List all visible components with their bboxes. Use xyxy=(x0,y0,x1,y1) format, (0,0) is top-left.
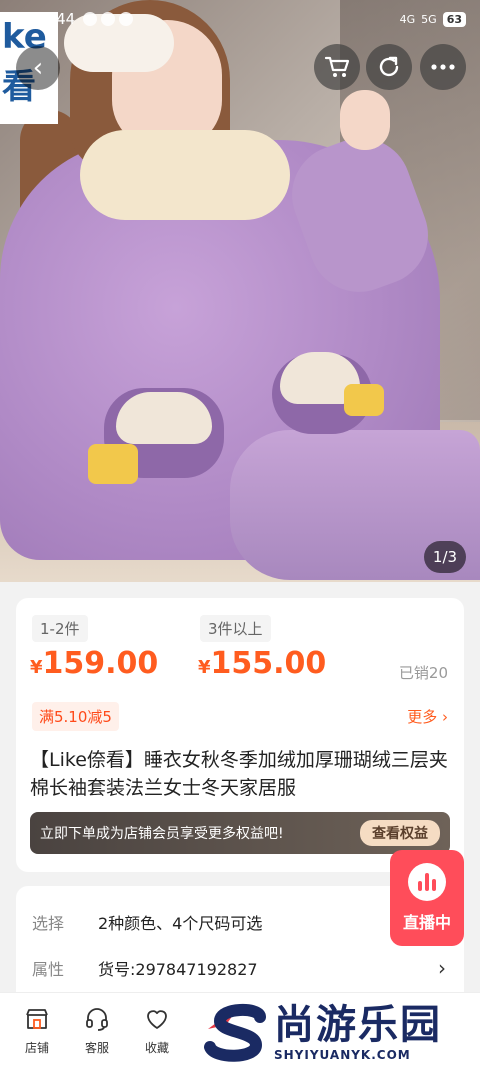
product-title: 【Like倷看】睡衣女秋冬季加绒加厚珊瑚绒三层夹棉长袖套装法兰女士冬天家居服 xyxy=(30,749,448,799)
bottom-action-bar: 店铺 客服 收藏 尚游乐园 SHYIYUANYK.COM xyxy=(0,992,480,1070)
watermark-title: 尚游乐园 xyxy=(274,1002,442,1048)
live-stream-button[interactable]: 直播中 xyxy=(390,850,464,946)
notification-icon xyxy=(83,12,98,26)
share-button[interactable] xyxy=(366,44,412,90)
heart-icon xyxy=(143,1005,171,1033)
product-image-carousel[interactable] xyxy=(0,0,480,582)
option-label: 选择 xyxy=(32,914,65,933)
sold-count: 已销20 xyxy=(398,664,448,682)
share-icon xyxy=(379,56,399,77)
battery-indicator: 63 xyxy=(442,11,466,27)
shop-button[interactable]: 店铺 xyxy=(12,1005,62,1056)
chevron-left-icon: ‹ xyxy=(32,53,44,83)
status-right: 4G 5G 63 xyxy=(399,11,466,27)
notification-icon xyxy=(119,12,134,26)
signal-label: 5G xyxy=(421,12,437,26)
tier-quantity-label: 3件以上 xyxy=(200,615,271,642)
attribute-value[interactable]: 货号:297847192827 xyxy=(98,956,258,980)
chevron-right-icon: › xyxy=(437,708,448,726)
price-card: 1-2件 3件以上 ¥159.00 ¥155.00 已销20 满5.10减5 更… xyxy=(16,598,464,872)
back-button[interactable]: ‹ xyxy=(16,46,60,90)
view-benefits-button[interactable]: 查看权益 xyxy=(360,820,440,846)
customer-service-button[interactable]: 客服 xyxy=(72,1005,122,1056)
product-detail-page: 11:44 4G 5G 63 ke 看 ‹ 1/3 xyxy=(0,0,480,1070)
member-banner-text: 立即下单成为店铺会员享受更多权益吧! xyxy=(40,826,284,842)
network-label: 4G xyxy=(399,12,416,26)
more-options-button[interactable] xyxy=(420,44,466,90)
cart-icon xyxy=(324,56,350,77)
image-page-indicator: 1/3 xyxy=(424,541,466,573)
member-banner[interactable]: 立即下单成为店铺会员享受更多权益吧! 查看权益 xyxy=(30,812,450,854)
tier-price: ¥159.00 xyxy=(30,646,159,681)
headset-icon xyxy=(83,1005,111,1033)
notification-icons xyxy=(83,12,134,26)
favorite-button[interactable]: 收藏 xyxy=(132,1005,182,1056)
status-bar: 11:44 4G 5G 63 xyxy=(0,0,480,38)
live-label: 直播中 xyxy=(402,913,451,932)
watermark-logo-icon xyxy=(200,999,270,1065)
shop-icon xyxy=(23,1005,51,1033)
site-watermark: 尚游乐园 SHYIYUANYK.COM xyxy=(196,993,480,1070)
chevron-right-icon[interactable]: › xyxy=(438,956,446,980)
option-value-select[interactable]: 2种颜色、4个尺码可选 xyxy=(98,910,262,934)
promo-coupon-tag[interactable]: 满5.10减5 xyxy=(32,702,119,731)
live-icon xyxy=(408,863,446,901)
notification-icon xyxy=(101,12,116,26)
tier-price: ¥155.00 xyxy=(198,646,327,681)
more-icon xyxy=(431,64,455,70)
cart-button[interactable] xyxy=(314,44,360,90)
watermark-domain: SHYIYUANYK.COM xyxy=(274,1048,411,1062)
attribute-label: 属性 xyxy=(32,960,65,979)
tier-quantity-label: 1-2件 xyxy=(32,615,88,642)
more-promotions-link[interactable]: 更多 › xyxy=(407,706,448,727)
